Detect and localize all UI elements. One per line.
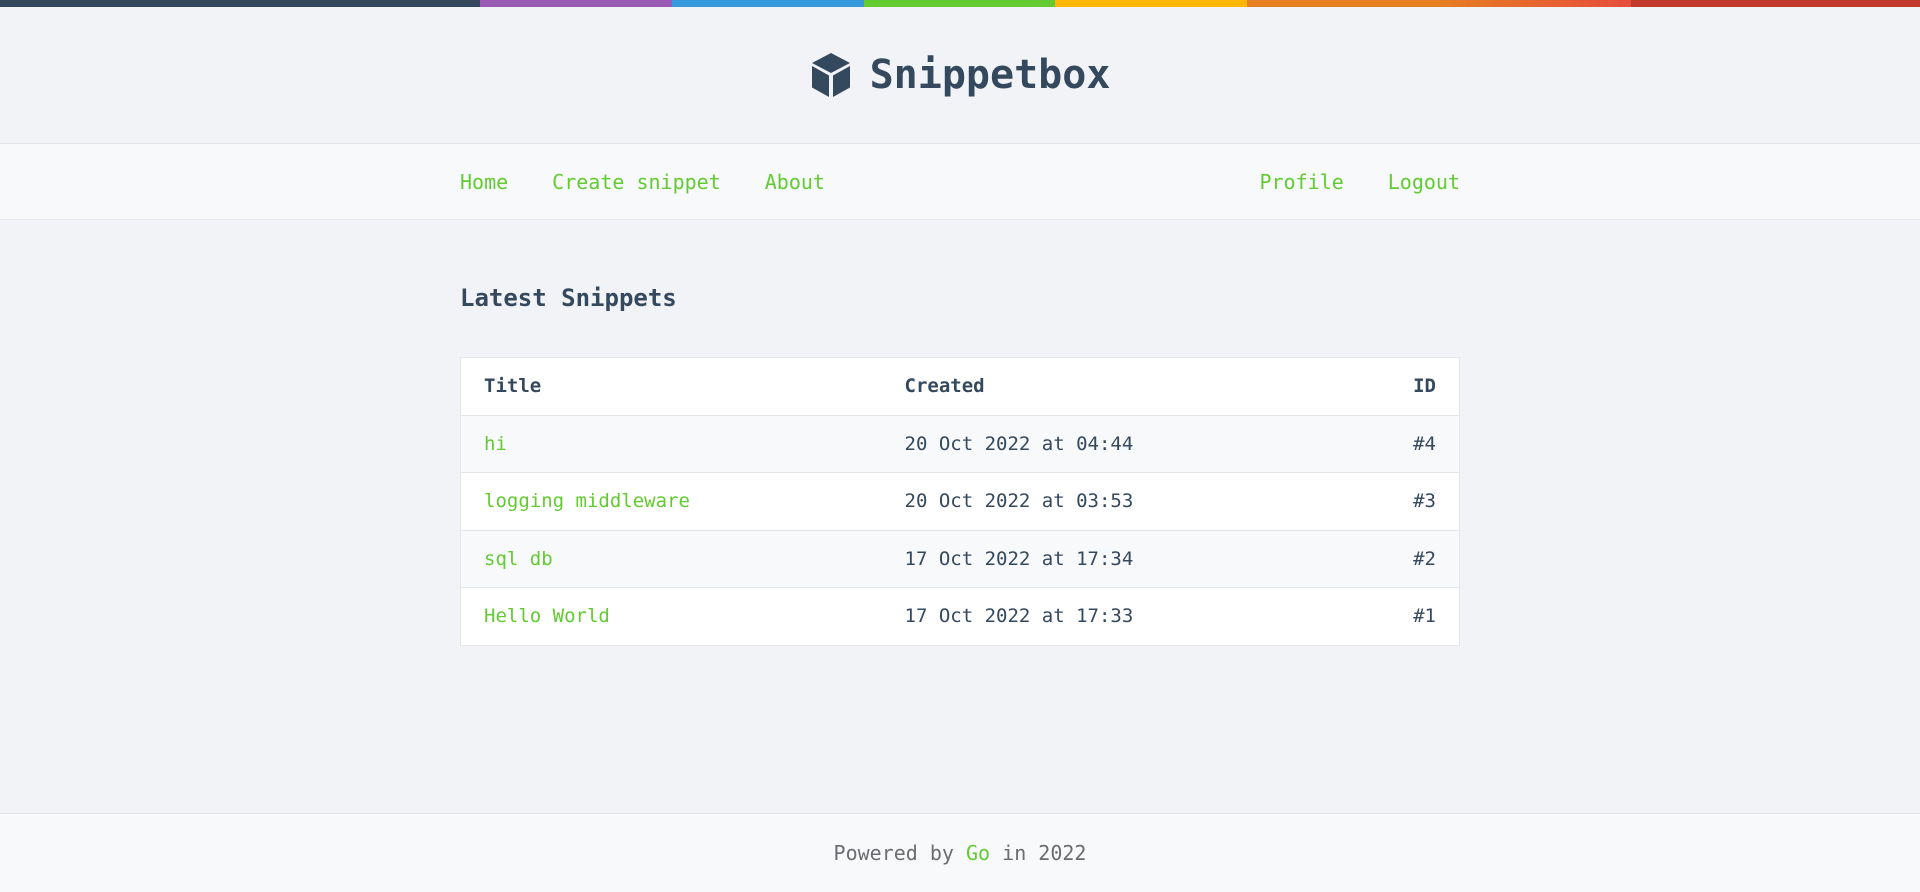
footer-suffix: in 2022	[1002, 841, 1087, 865]
created-cell: 17 Oct 2022 at 17:33	[904, 605, 1134, 628]
main-content: Latest Snippets Title Created ID hi 20 O…	[460, 220, 1460, 812]
stripe-segment	[1631, 0, 1920, 7]
table-row: logging middleware 20 Oct 2022 at 03:53 …	[460, 472, 1460, 531]
title-cell: Hello World	[461, 588, 882, 646]
stripe-segment	[1055, 0, 1247, 7]
nav-create-snippet-link[interactable]: Create snippet	[552, 170, 721, 194]
snippet-link[interactable]: sql db	[484, 548, 553, 570]
table-row: Hello World 17 Oct 2022 at 17:33 #1	[460, 587, 1460, 646]
table-row: sql db 17 Oct 2022 at 17:34 #2	[460, 530, 1460, 588]
site-title: Snippetbox	[869, 52, 1111, 98]
footer-prefix: Powered by	[833, 841, 954, 865]
id-cell: #1	[1413, 605, 1436, 628]
id-cell: #3	[1342, 472, 1460, 531]
created-cell: 20 Oct 2022 at 03:53	[881, 472, 1343, 531]
site-footer: Powered by Go in 2022	[0, 813, 1920, 892]
cube-icon	[810, 52, 852, 98]
color-stripe	[0, 0, 1920, 7]
footer-go-link[interactable]: Go	[966, 841, 990, 865]
column-header-id: ID	[1342, 357, 1460, 416]
column-header-created: Created	[881, 357, 1343, 416]
table-row: hi 20 Oct 2022 at 04:44 #4	[460, 415, 1460, 473]
brand-link[interactable]: Snippetbox	[810, 52, 1111, 98]
snippets-table: Title Created ID hi 20 Oct 2022 at 04:44…	[460, 357, 1460, 646]
stripe-segment	[1439, 0, 1631, 7]
main-nav: Home Create snippet About Profile Logout	[0, 143, 1920, 220]
stripe-segment	[0, 0, 480, 7]
stripe-segment	[864, 0, 1055, 7]
snippet-link[interactable]: hi	[484, 433, 507, 455]
nav-profile-link[interactable]: Profile	[1259, 170, 1343, 194]
created-cell: 20 Oct 2022 at 04:44	[881, 415, 1343, 473]
nav-logout-link[interactable]: Logout	[1388, 170, 1460, 194]
title-cell: sql db	[460, 530, 882, 588]
column-header-title: Title	[460, 357, 882, 416]
snippet-link[interactable]: Hello World	[484, 605, 610, 627]
nav-right: Profile Logout	[1259, 170, 1460, 194]
table-header-row: Title Created ID	[460, 357, 1460, 416]
title-cell: logging middleware	[460, 472, 882, 531]
page-title: Latest Snippets	[460, 284, 677, 312]
stripe-segment	[1247, 0, 1439, 7]
stripe-segment	[480, 0, 672, 7]
created-cell: 17 Oct 2022 at 17:34	[881, 530, 1343, 588]
snippet-link[interactable]: logging middleware	[484, 490, 690, 512]
nav-left: Home Create snippet About	[460, 170, 825, 194]
stripe-segment	[672, 0, 864, 7]
nav-home-link[interactable]: Home	[460, 170, 508, 194]
nav-about-link[interactable]: About	[765, 170, 825, 194]
title-cell: hi	[460, 415, 882, 473]
id-cell: #2	[1342, 530, 1460, 588]
id-cell: #4	[1342, 415, 1460, 473]
site-header: Snippetbox	[0, 7, 1920, 143]
